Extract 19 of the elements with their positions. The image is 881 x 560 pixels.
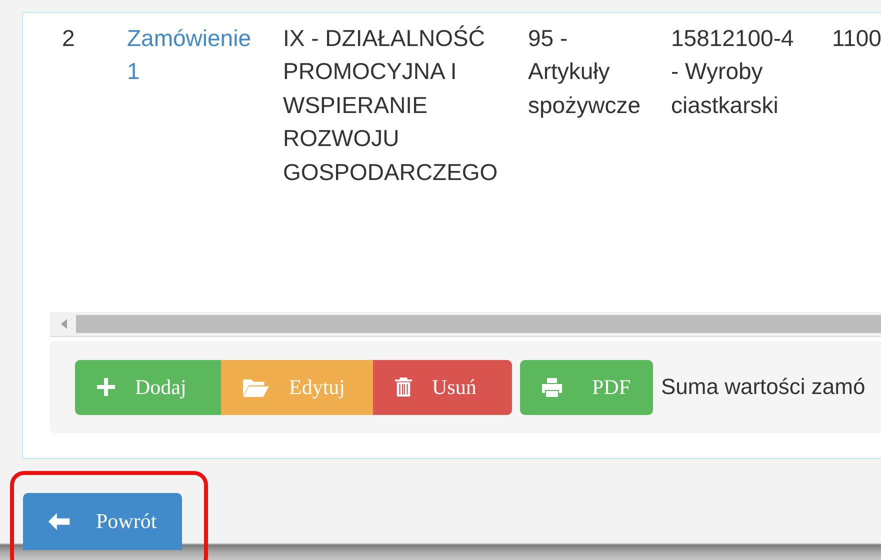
table-cell: 1100: [832, 25, 881, 51]
folder-icon: [243, 377, 269, 397]
horizontal-scrollbar[interactable]: [50, 312, 881, 337]
edit-button[interactable]: Edytuj: [221, 360, 373, 414]
trash-icon: [395, 377, 412, 397]
scroll-left-icon[interactable]: [60, 319, 68, 329]
summary-text: Suma wartości zamó: [661, 374, 866, 400]
pdf-button[interactable]: PDF: [520, 360, 653, 414]
back-button[interactable]: Powrót: [23, 493, 182, 550]
table-cell-text: IX - DZIAŁALNOŚĆ PROMOCYJNA I WSPIERANIE ROZWOJU GOSPODARCZEGO: [283, 24, 499, 187]
table-cell: 2: [62, 25, 75, 51]
table-cell-text: 15812100-4 - Wyroby ciastkarski: [671, 24, 795, 120]
arrow-left-icon: [48, 513, 70, 530]
add-button[interactable]: Dodaj: [75, 360, 221, 414]
printer-icon: [542, 378, 562, 396]
plus-icon: [97, 378, 115, 396]
table-cell-text: 95 - Artykuły spożywcze: [528, 24, 642, 120]
delete-button[interactable]: Usuń: [373, 360, 512, 414]
order-link[interactable]: Zamówienie 1: [127, 22, 259, 89]
